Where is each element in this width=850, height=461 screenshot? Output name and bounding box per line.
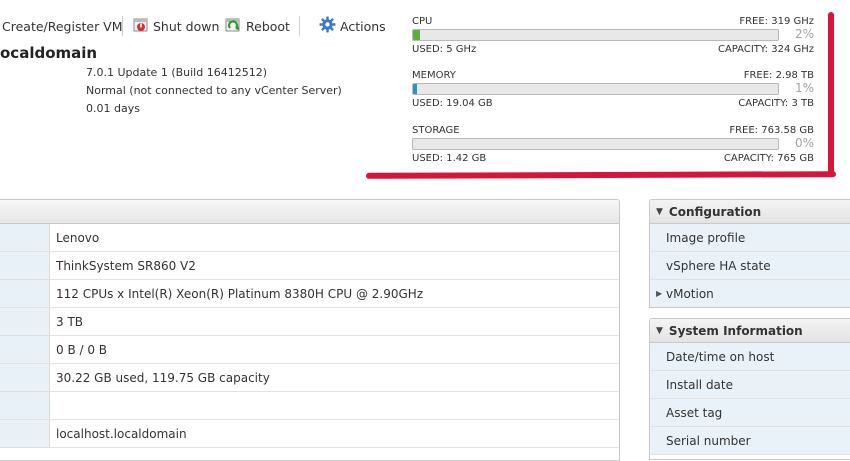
row-value: 30.22 GB used, 119.75 GB capacity (56, 371, 270, 385)
table-row: Lenovo (0, 224, 619, 252)
cpu-meter: CPU FREE: 319 GHz 2% USED: 5 GHz CAPACIT… (412, 16, 814, 70)
cpu-label: CPU (412, 16, 433, 27)
row-value: 0 B / 0 B (56, 343, 108, 357)
sysinfo-item-label: Serial number (666, 433, 751, 448)
row-value: 112 CPUs x Intel(R) Xeon(R) Platinum 838… (56, 287, 424, 301)
system-information-header[interactable]: ▼ System Information (650, 319, 850, 343)
storage-usage-bar (412, 138, 779, 150)
row-key-cell (0, 252, 50, 279)
row-value: 3 TB (56, 315, 84, 329)
reboot-button[interactable]: Reboot (225, 17, 290, 35)
row-key-cell (0, 280, 50, 307)
table-row: 3 TB (0, 308, 619, 336)
memory-capacity: CAPACITY: 3 TB (738, 98, 814, 109)
sysinfo-item-install-date[interactable]: Install date (650, 371, 850, 399)
system-information-panel: ▼ System Information Date/time on host I… (649, 318, 850, 460)
row-key-cell (0, 336, 50, 363)
shutdown-button[interactable]: Shut down (133, 17, 219, 35)
gear-icon (319, 16, 336, 36)
memory-meter: MEMORY FREE: 2.98 TB 1% USED: 19.04 GB C… (412, 70, 814, 124)
config-item-image-profile[interactable]: Image profile (650, 224, 850, 252)
config-item-vmotion[interactable]: ▶ vMotion (650, 280, 850, 307)
memory-percent: 1% (794, 81, 814, 95)
storage-free: FREE: 763.58 GB (729, 125, 814, 136)
expand-icon[interactable]: ▶ (656, 289, 662, 298)
config-item-vsphere-ha-state[interactable]: vSphere HA state (650, 252, 850, 280)
cpu-free: FREE: 319 GHz (739, 16, 814, 27)
sysinfo-item-label: Install date (666, 377, 733, 392)
table-row: ThinkSystem SR860 V2 (0, 252, 619, 280)
sysinfo-item-asset-tag[interactable]: Asset tag (650, 399, 850, 427)
system-information-title: System Information (668, 323, 803, 338)
toolbar-divider (122, 16, 123, 36)
configuration-title: Configuration (668, 204, 762, 219)
host-version: 7.0.1 Update 1 (Build 16412512) (86, 66, 267, 79)
reboot-label: Reboot (246, 18, 290, 34)
actions-button[interactable]: Actions (319, 16, 386, 36)
row-key-cell (0, 364, 50, 391)
create-register-vm-label: Create/Register VM (2, 18, 123, 34)
collapse-icon: ▼ (656, 206, 663, 217)
reboot-icon (225, 17, 242, 36)
storage-capacity: CAPACITY: 765 GB (723, 153, 814, 164)
cpu-usage-bar (412, 29, 779, 41)
row-value: ThinkSystem SR860 V2 (56, 259, 196, 273)
table-row (0, 392, 619, 420)
row-key-cell (0, 392, 50, 419)
config-item-label: vMotion (666, 286, 714, 301)
sysinfo-item-label: Asset tag (666, 405, 723, 420)
row-value: Lenovo (56, 231, 100, 245)
power-icon (133, 17, 149, 36)
create-register-vm-button[interactable]: Create/Register VM (2, 17, 123, 35)
cpu-percent: 2% (794, 27, 814, 41)
configuration-header[interactable]: ▼ Configuration (650, 200, 850, 224)
storage-percent: 0% (794, 136, 814, 150)
row-key-cell (0, 224, 50, 251)
host-name-title: ocaldomain (0, 44, 98, 62)
sysinfo-item-datetime[interactable]: Date/time on host (650, 343, 850, 371)
configuration-panel: ▼ Configuration Image profile vSphere HA… (649, 199, 850, 308)
storage-label: STORAGE (412, 125, 460, 136)
memory-used: USED: 19.04 GB (412, 98, 493, 109)
memory-usage-fill (413, 84, 417, 94)
actions-label: Actions (340, 18, 386, 34)
annotation-mark-vertical (828, 12, 834, 176)
table-row: localhost.localdomain (0, 420, 619, 448)
cpu-used: USED: 5 GHz (412, 44, 477, 55)
row-key-cell (0, 420, 50, 447)
host-state: Normal (not connected to any vCenter Ser… (86, 84, 342, 97)
memory-free: FREE: 2.98 TB (743, 70, 814, 81)
config-item-label: vSphere HA state (666, 258, 771, 273)
table-row: 0 B / 0 B (0, 336, 619, 364)
shutdown-label: Shut down (153, 18, 220, 34)
config-item-label: Image profile (666, 230, 746, 245)
memory-label: MEMORY (412, 70, 456, 81)
table-row: 30.22 GB used, 119.75 GB capacity (0, 364, 619, 392)
host-uptime: 0.01 days (86, 102, 140, 115)
sysinfo-item-serial-number[interactable]: Serial number (650, 427, 850, 455)
cpu-capacity: CAPACITY: 324 GHz (717, 44, 814, 55)
hardware-table-header[interactable] (0, 200, 619, 224)
hardware-table: Lenovo ThinkSystem SR860 V2 112 CPUs x I… (0, 199, 620, 461)
table-row: 112 CPUs x Intel(R) Xeon(R) Platinum 838… (0, 280, 619, 308)
storage-used: USED: 1.42 GB (412, 153, 487, 164)
row-value: localhost.localdomain (56, 427, 187, 441)
collapse-icon: ▼ (656, 325, 663, 336)
memory-usage-bar (412, 83, 779, 95)
cpu-usage-fill (413, 30, 421, 40)
toolbar-divider (299, 16, 300, 36)
row-key-cell (0, 308, 50, 335)
sysinfo-item-label: Date/time on host (666, 349, 775, 364)
